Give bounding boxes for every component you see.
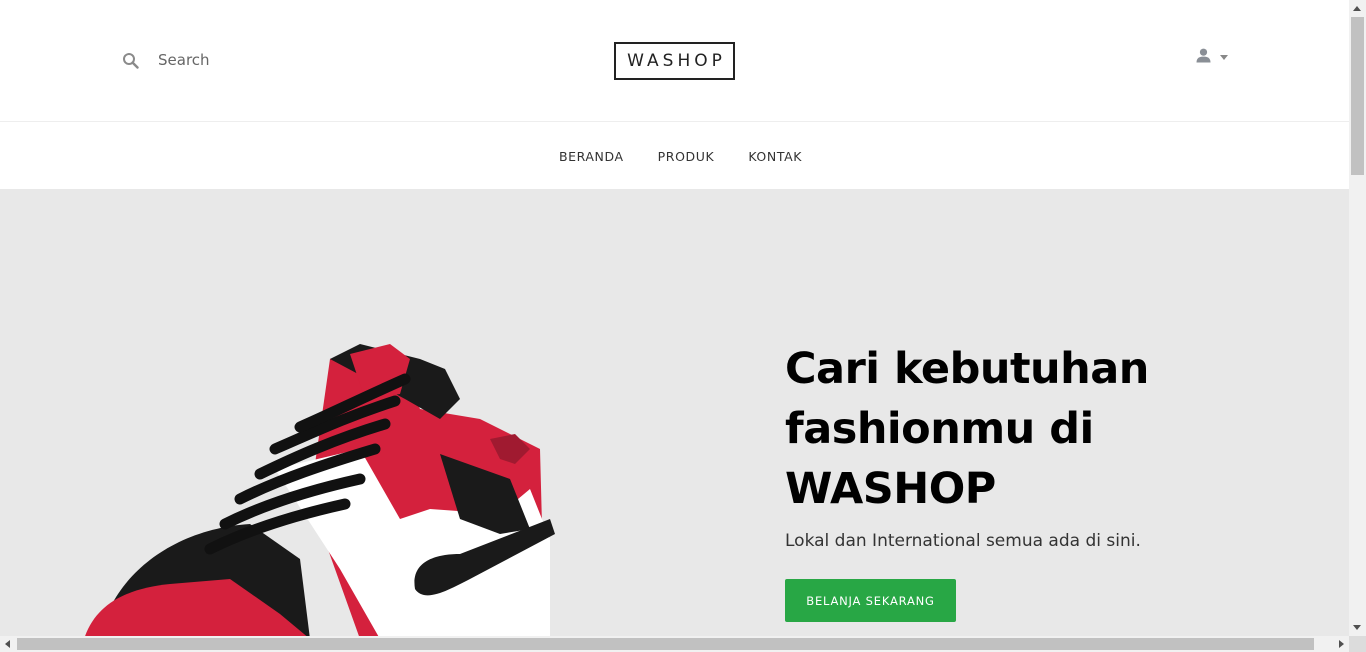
vertical-scrollbar[interactable] — [1349, 0, 1366, 636]
hero-title-line: fashionmu di — [785, 404, 1094, 454]
browser-viewport: WASHOP BERANDA PRODUK KONTAK — [0, 0, 1349, 636]
main-nav: BERANDA PRODUK KONTAK — [0, 123, 1349, 189]
scrollbar-corner — [1349, 636, 1366, 652]
hero-title-line: WASHOP — [785, 464, 996, 514]
search-bar — [120, 46, 358, 74]
scroll-left-icon[interactable] — [5, 640, 10, 648]
hero-banner: Cari kebutuhan fashionmu di WASHOP Lokal… — [0, 189, 1349, 636]
hero-title-line: Cari kebutuhan — [785, 344, 1149, 394]
hero-subtitle: Lokal dan International semua ada di sin… — [785, 531, 1141, 551]
horizontal-scrollbar[interactable] — [0, 636, 1349, 652]
sneaker-image — [60, 339, 580, 636]
scroll-up-icon[interactable] — [1353, 6, 1361, 11]
nav-item-produk[interactable]: PRODUK — [658, 149, 715, 164]
shop-now-button[interactable]: BELANJA SEKARANG — [785, 579, 956, 622]
hero-title: Cari kebutuhan fashionmu di WASHOP — [785, 339, 1265, 519]
horizontal-scroll-thumb[interactable] — [17, 638, 1314, 650]
hero-content: Cari kebutuhan fashionmu di WASHOP Lokal… — [785, 339, 1265, 622]
site-logo[interactable]: WASHOP — [614, 42, 735, 80]
user-icon — [1196, 48, 1211, 67]
chevron-down-icon — [1220, 55, 1228, 60]
vertical-scroll-thumb[interactable] — [1351, 17, 1364, 175]
nav-item-kontak[interactable]: KONTAK — [748, 149, 802, 164]
search-input[interactable] — [158, 51, 358, 69]
scroll-down-icon[interactable] — [1353, 625, 1361, 630]
site-header: WASHOP — [0, 0, 1349, 122]
search-icon[interactable] — [120, 50, 140, 70]
user-menu-toggle[interactable] — [1196, 48, 1228, 67]
scroll-right-icon[interactable] — [1339, 640, 1344, 648]
nav-item-beranda[interactable]: BERANDA — [559, 149, 624, 164]
